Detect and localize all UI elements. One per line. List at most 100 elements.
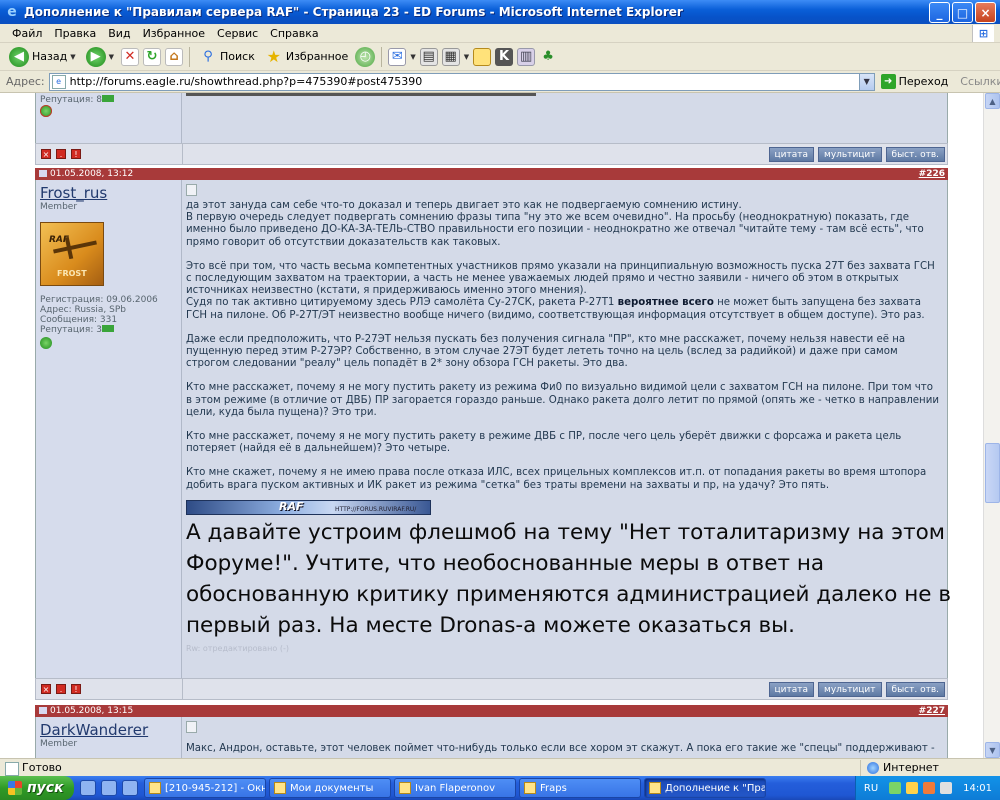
alert-icon[interactable]: ! [71, 684, 81, 694]
k-icon[interactable]: K [495, 47, 514, 66]
start-button[interactable]: пуск [0, 776, 74, 800]
multiquote-button[interactable]: мультицит [818, 682, 882, 697]
vertical-scrollbar[interactable]: ▲ ▼ [983, 93, 1000, 758]
zone-label: Интернет [883, 761, 939, 774]
maximize-button[interactable]: □ [952, 2, 973, 23]
previous-post-reputation: Репутация: 8 [40, 95, 114, 105]
home-icon[interactable]: ⌂ [165, 47, 183, 66]
back-button[interactable]: ◀ Назад ▼ [6, 45, 79, 69]
username-link[interactable]: DarkWanderer [40, 721, 148, 739]
menu-favorites[interactable]: Избранное [137, 27, 211, 40]
address-input[interactable]: e http://forums.eagle.ru/showthread.php?… [48, 72, 875, 91]
signature-banner[interactable]: RAF HTTP://FORUS.RUVIRAF.RU/ [186, 499, 431, 515]
post: Frost_rus Member RAF FROST Регистрация: … [35, 180, 951, 678]
start-label: пуск [27, 780, 64, 796]
post-number-link[interactable]: #227 [919, 705, 945, 717]
refresh-icon[interactable]: ↻ [143, 47, 161, 66]
research-icon[interactable]: ▥ [517, 47, 536, 66]
quick-launch-icon[interactable] [122, 780, 138, 796]
tray-icon[interactable] [923, 782, 936, 794]
username-link[interactable]: Frost_rus [40, 184, 107, 202]
post-actions-row: × . ! цитата мультицит быст. отв. [35, 678, 948, 700]
scroll-up-button[interactable]: ▲ [985, 93, 1000, 109]
title-bar[interactable]: e Дополнение к "Правилам сервера RAF" - … [0, 0, 1000, 24]
forward-arrow-icon: ▶ [85, 46, 106, 67]
reputation-leaf-icon [40, 105, 52, 117]
favorites-label: Избранное [285, 50, 349, 63]
separator [189, 46, 190, 67]
page-content: Репутация: 8 × . ! цитата мультицит быст… [0, 93, 983, 758]
status-text: Готово [0, 761, 860, 776]
menu-tools[interactable]: Сервис [211, 27, 264, 40]
post-number-link[interactable]: #226 [919, 168, 945, 180]
user-reputation: Репутация: 3 [40, 325, 158, 335]
edited-note: Rw: отредактировано (-) [186, 643, 289, 653]
back-label: Назад [32, 50, 68, 63]
post-date: 01.05.2008, 13:12 [39, 168, 133, 180]
avatar: RAF FROST [40, 222, 104, 286]
multiquote-button[interactable]: мультицит [818, 147, 882, 162]
go-label: Переход [898, 75, 949, 88]
report-icon[interactable]: × [41, 149, 51, 159]
toolbar: ◀ Назад ▼ ▶ ▼ ✕ ↻ ⌂ ⚲ Поиск ★ Избранное … [0, 43, 1000, 71]
previous-post-image [186, 93, 536, 96]
close-button[interactable]: × [975, 2, 996, 23]
quick-reply-button[interactable]: быст. отв. [885, 682, 945, 697]
stop-icon[interactable]: ✕ [121, 47, 139, 66]
menu-help[interactable]: Справка [264, 27, 324, 40]
links-button[interactable]: Ссылки [960, 75, 1000, 88]
alert-icon[interactable]: ! [71, 149, 81, 159]
signature-text: А давайте устроим флешмоб на тему "Нет т… [186, 519, 952, 638]
quick-reply-button[interactable]: быст. отв. [885, 147, 945, 162]
history-icon[interactable]: ◴ [355, 46, 376, 67]
address-dropdown-button[interactable]: ▼ [858, 73, 874, 90]
taskbar-button[interactable]: Мои документы [269, 778, 391, 798]
edit-icon[interactable]: ▦ [441, 47, 460, 66]
favorites-button[interactable]: ★ Избранное [262, 45, 351, 69]
scroll-thumb[interactable] [985, 443, 1000, 503]
go-button[interactable]: ➜ Переход [880, 74, 949, 89]
minimize-button[interactable]: _ [929, 2, 950, 23]
warn-icon[interactable]: . [56, 684, 66, 694]
note-icon[interactable] [473, 47, 492, 66]
separator [381, 46, 383, 67]
post-actions-row: × . ! цитата мультицит быст. отв. [35, 143, 948, 165]
quote-button[interactable]: цитата [768, 147, 815, 162]
taskbar-button[interactable]: Fraps [519, 778, 641, 798]
post-author-panel: Frost_rus Member RAF FROST Регистрация: … [36, 180, 182, 678]
chevron-down-icon: ▼ [108, 52, 114, 61]
post-author-panel: DarkWanderer Member [36, 717, 182, 758]
post-paragraph: Кто мне расскажет, почему я не могу пуст… [186, 431, 902, 455]
tray-icon[interactable] [889, 782, 902, 794]
quote-button[interactable]: цитата [768, 682, 815, 697]
search-button[interactable]: ⚲ Поиск [196, 45, 258, 69]
post-paragraph: да этот зануда сам себе что-то доказал и… [186, 200, 924, 248]
taskbar-button-active[interactable]: Дополнение к "Прав... [644, 778, 766, 798]
ie-icon: e [7, 4, 17, 20]
scroll-down-button[interactable]: ▼ [985, 742, 1000, 758]
warn-icon[interactable]: . [56, 149, 66, 159]
tray-icon[interactable] [906, 782, 919, 794]
fraps-icon [524, 782, 536, 794]
messenger-icon[interactable]: ♣ [539, 48, 557, 66]
language-indicator[interactable]: RU [864, 783, 878, 794]
ie-icon [649, 782, 661, 794]
avatar-caption: FROST [57, 269, 87, 278]
mail-icon[interactable]: ✉ [388, 47, 407, 66]
quick-launch-icon[interactable] [101, 780, 117, 796]
quick-launch-icon[interactable] [80, 780, 96, 796]
report-icon[interactable]: × [41, 684, 51, 694]
window-title: Дополнение к "Правилам сервера RAF" - Ст… [24, 5, 683, 19]
post-icon [186, 721, 197, 733]
menu-file[interactable]: Файл [6, 27, 48, 40]
clock[interactable]: 14:01 [963, 783, 992, 794]
page-icon: e [51, 74, 66, 89]
menu-view[interactable]: Вид [102, 27, 136, 40]
tray-icon[interactable] [940, 782, 953, 794]
print-icon[interactable]: ▤ [419, 47, 438, 66]
taskbar-button[interactable]: Ivan Flaperonov [394, 778, 516, 798]
menu-edit[interactable]: Правка [48, 27, 102, 40]
taskbar-button[interactable]: [210-945-212] - Окн... [144, 778, 266, 798]
forward-button[interactable]: ▶ ▼ [83, 45, 117, 69]
address-url[interactable]: http://forums.eagle.ru/showthread.php?p=… [70, 75, 859, 88]
